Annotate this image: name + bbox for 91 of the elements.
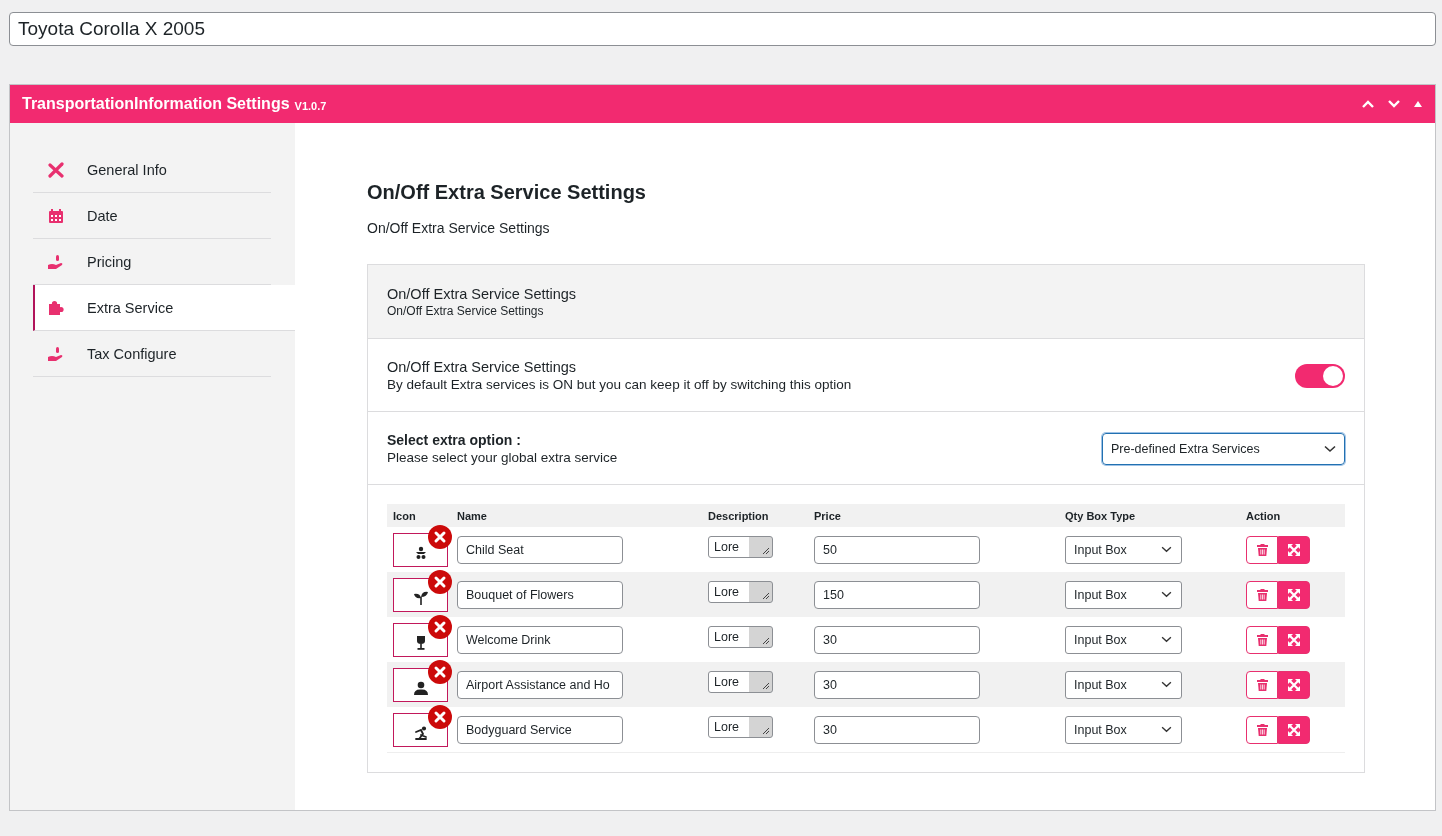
chevron-up-icon[interactable] xyxy=(1361,99,1375,109)
move-icon xyxy=(1288,543,1300,556)
qty-type-dropdown[interactable]: Input Box xyxy=(1065,535,1182,564)
move-icon xyxy=(1288,633,1300,646)
option-title: Select extra option : xyxy=(387,432,522,448)
delete-button[interactable] xyxy=(1246,715,1278,744)
resize-grip-icon[interactable] xyxy=(761,635,770,645)
delete-button[interactable] xyxy=(1246,670,1278,699)
triangle-up-icon[interactable] xyxy=(1413,100,1423,108)
toggle-switch[interactable] xyxy=(1295,363,1345,388)
resize-grip-icon[interactable] xyxy=(761,545,770,555)
panel-title: TransportationInformation Settings xyxy=(22,95,290,113)
name-field[interactable]: Bouquet of Flowers xyxy=(457,580,623,609)
caret-icon xyxy=(1161,591,1172,598)
icon-picker[interactable] xyxy=(393,569,452,612)
puzzle-icon xyxy=(47,299,65,316)
move-icon xyxy=(1288,723,1300,736)
chevron-down-icon[interactable] xyxy=(1387,99,1401,109)
icon-picker[interactable] xyxy=(393,659,452,702)
trash-icon xyxy=(1256,678,1268,691)
caret-icon xyxy=(1161,636,1172,643)
option-description: Please select your global extra service xyxy=(387,450,618,465)
resize-grip-icon[interactable] xyxy=(761,590,770,600)
skater-icon xyxy=(413,725,428,740)
remove-icon[interactable] xyxy=(428,524,452,549)
name-field[interactable]: Child Seat xyxy=(457,535,623,564)
description-field[interactable]: Lore xyxy=(708,535,773,558)
qty-type-dropdown[interactable]: Input Box xyxy=(1065,580,1182,609)
description-field[interactable]: Lore xyxy=(708,625,773,648)
resize-grip-icon[interactable] xyxy=(761,725,770,735)
name-field[interactable]: Airport Assistance and Ho xyxy=(457,670,623,699)
sidebar-item[interactable]: Date xyxy=(33,193,271,239)
delete-button[interactable] xyxy=(1246,625,1278,654)
title-field[interactable]: Toyota Corolla X 2005 xyxy=(9,12,1436,46)
caret-icon xyxy=(1161,681,1172,688)
trash-icon xyxy=(1256,588,1268,601)
remove-icon[interactable] xyxy=(428,704,452,729)
caret-icon xyxy=(1161,546,1172,553)
icon-picker[interactable] xyxy=(393,704,452,747)
qty-type-dropdown[interactable]: Input Box xyxy=(1065,625,1182,654)
resize-grip-icon[interactable] xyxy=(761,680,770,690)
move-button[interactable] xyxy=(1278,625,1310,654)
calendar-icon xyxy=(47,207,65,224)
qty-type-dropdown[interactable]: Input Box xyxy=(1065,670,1182,699)
remove-icon[interactable] xyxy=(428,659,452,684)
column-header: Action xyxy=(1246,509,1282,522)
column-header: Price xyxy=(814,509,842,522)
description-field[interactable]: Lore xyxy=(708,715,773,738)
trash-icon xyxy=(1256,633,1268,646)
description-field[interactable]: Lore xyxy=(708,670,773,693)
move-button[interactable] xyxy=(1278,670,1310,699)
column-header: Description xyxy=(708,509,770,522)
price-field[interactable]: 30 xyxy=(814,670,980,699)
price-field[interactable]: 150 xyxy=(814,580,980,609)
card-title: On/Off Extra Service Settings xyxy=(387,286,578,302)
price-field[interactable]: 30 xyxy=(814,715,980,744)
remove-icon[interactable] xyxy=(428,614,452,639)
price-field[interactable]: 30 xyxy=(814,625,980,654)
sidebar-item[interactable]: Extra Service xyxy=(33,285,295,331)
move-button[interactable] xyxy=(1278,580,1310,609)
sidebar-item[interactable]: Tax Configure xyxy=(33,331,271,377)
caret-icon xyxy=(1324,444,1336,453)
description-field[interactable]: Lore xyxy=(708,580,773,603)
qty-type-dropdown[interactable]: Input Box xyxy=(1065,715,1182,744)
icon-picker[interactable] xyxy=(393,614,452,657)
trash-icon xyxy=(1256,723,1268,736)
version-label: V1.0.7 xyxy=(294,100,327,112)
column-header: Icon xyxy=(393,509,417,522)
section-heading: On/Off Extra Service Settings xyxy=(367,181,647,204)
name-field[interactable]: Bodyguard Service xyxy=(457,715,623,744)
column-header: Name xyxy=(457,509,488,522)
sidebar-item[interactable]: General Info xyxy=(33,147,271,193)
extra-option-dropdown[interactable]: Pre-defined Extra Services xyxy=(1102,432,1345,465)
move-icon xyxy=(1288,588,1300,601)
section-subheading: On/Off Extra Service Settings xyxy=(367,220,551,236)
trash-icon xyxy=(1256,543,1268,556)
price-field[interactable]: 50 xyxy=(814,535,980,564)
person-icon xyxy=(413,680,428,695)
remove-icon[interactable] xyxy=(428,569,452,594)
sprout-icon xyxy=(413,590,428,605)
option-description: By default Extra services is ON but you can keep it off by switching this option xyxy=(387,377,852,392)
move-icon xyxy=(1288,678,1300,691)
delete-button[interactable] xyxy=(1246,535,1278,564)
delete-button[interactable] xyxy=(1246,580,1278,609)
option-title: On/Off Extra Service Settings xyxy=(387,359,578,375)
name-field[interactable]: Welcome Drink xyxy=(457,625,623,654)
move-button[interactable] xyxy=(1278,535,1310,564)
column-header: Qty Box Type xyxy=(1065,509,1137,522)
move-button[interactable] xyxy=(1278,715,1310,744)
card-subtitle: On/Off Extra Service Settings xyxy=(387,304,545,318)
caret-icon xyxy=(1161,726,1172,733)
